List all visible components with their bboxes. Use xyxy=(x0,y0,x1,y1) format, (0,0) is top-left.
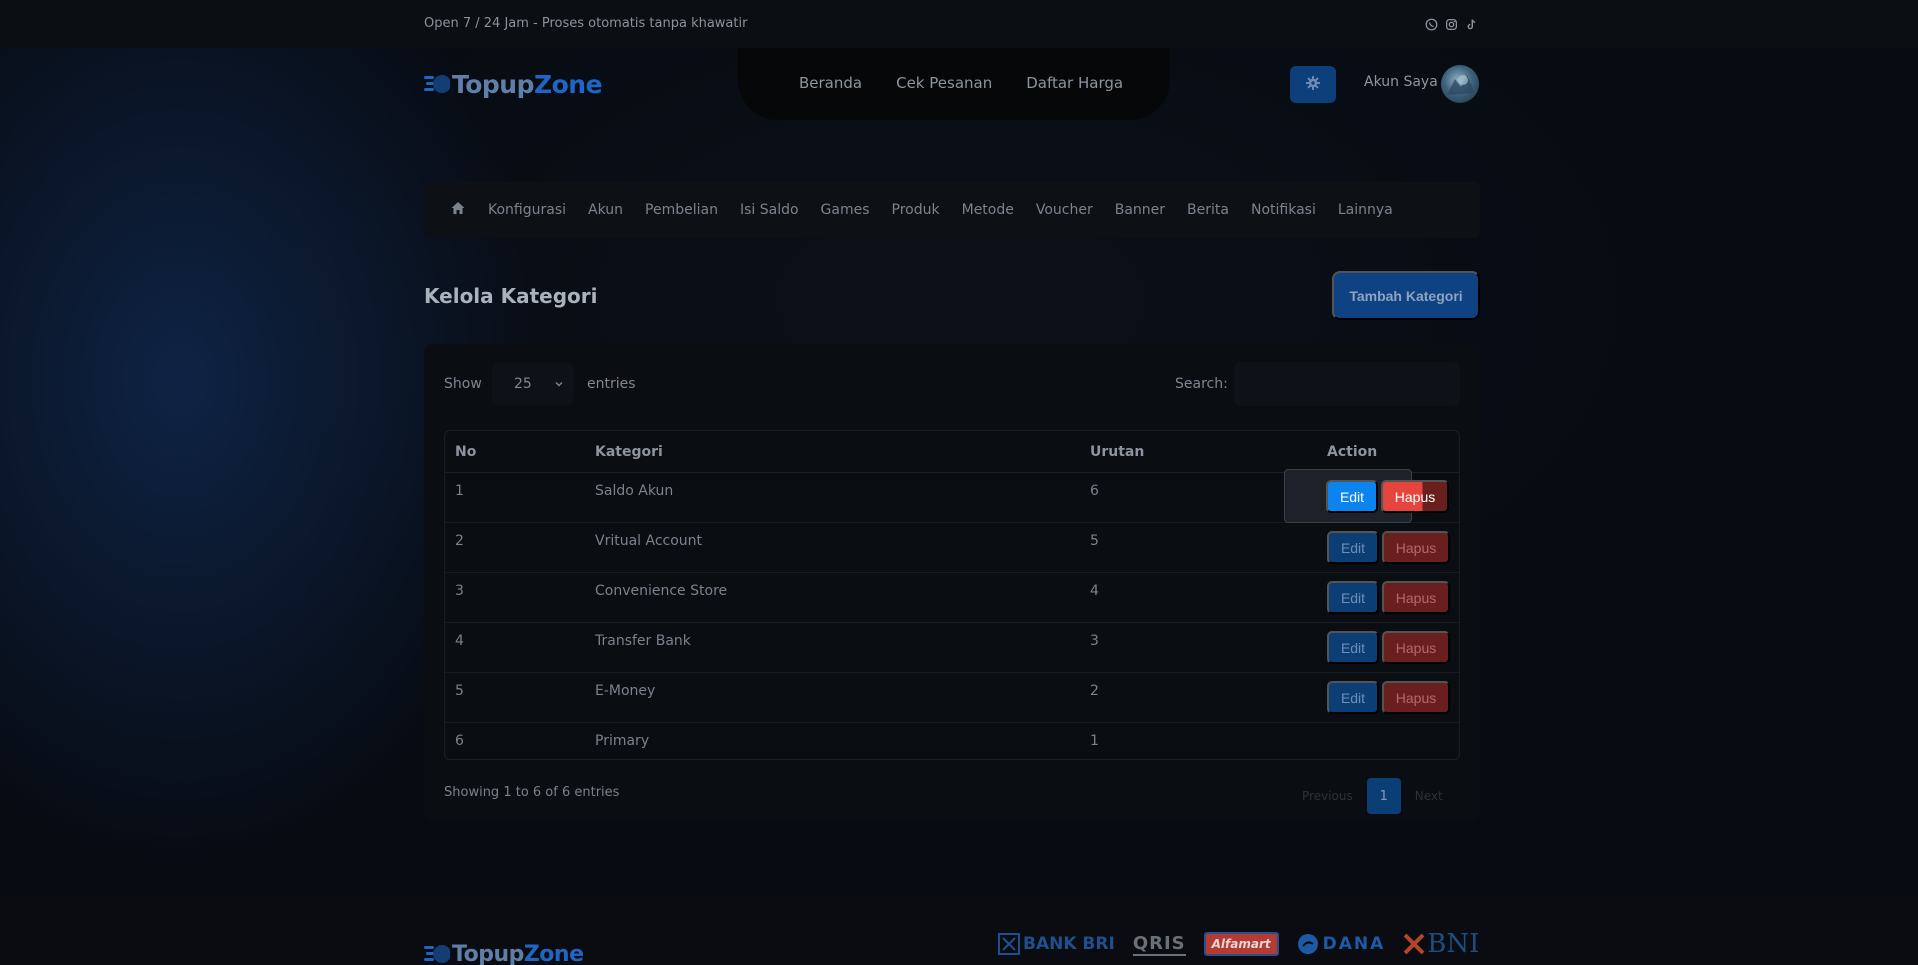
cell-kategori: Primary xyxy=(595,733,650,749)
cell-kategori: Saldo Akun xyxy=(595,483,674,499)
cell-no: 5 xyxy=(455,683,464,699)
header-action[interactable]: Action xyxy=(1327,444,1377,460)
page-length-select[interactable]: 25 xyxy=(492,363,574,405)
cell-no: 3 xyxy=(455,583,464,599)
table-info: Showing 1 to 6 of 6 entries xyxy=(444,785,620,800)
partner-dana-logo: DANA xyxy=(1297,933,1386,955)
pagination-previous[interactable]: Previous xyxy=(1296,781,1359,811)
menu-item-produk[interactable]: Produk xyxy=(892,202,940,218)
pagination: Previous 1 Next xyxy=(1296,778,1449,814)
chevron-down-icon xyxy=(554,377,564,393)
admin-menu: Konfigurasi Akun Pembelian Isi Saldo Gam… xyxy=(424,182,1480,238)
header-kategori[interactable]: Kategori xyxy=(595,444,663,460)
cell-urutan: 6 xyxy=(1090,483,1099,499)
cell-urutan: 4 xyxy=(1090,583,1099,599)
delete-button[interactable]: Hapus xyxy=(1382,681,1450,714)
cell-urutan: 5 xyxy=(1090,533,1099,549)
table-row: 6 Primary 1 xyxy=(445,723,1459,759)
cell-urutan: 3 xyxy=(1090,633,1099,649)
search-input[interactable] xyxy=(1234,362,1460,406)
menu-item-pembelian[interactable]: Pembelian xyxy=(645,202,718,218)
nav-link-daftar-harga[interactable]: Daftar Harga xyxy=(1026,74,1123,92)
brand-part-1: Topup xyxy=(452,941,524,965)
nav-link-cek-pesanan[interactable]: Cek Pesanan xyxy=(896,74,992,92)
menu-item-konfigurasi[interactable]: Konfigurasi xyxy=(488,202,566,218)
cell-urutan: 1 xyxy=(1090,733,1099,749)
partner-alfamart-logo: Alfamart xyxy=(1203,932,1279,956)
table-header: No Kategori Urutan Action xyxy=(445,431,1459,473)
gear-icon xyxy=(1305,75,1321,95)
payment-partners: BANK BRI QRIS Alfamart DANA BNI xyxy=(998,929,1479,959)
account-link[interactable]: Akun Saya xyxy=(1364,74,1438,90)
partner-bni-logo: BNI xyxy=(1403,929,1479,959)
table-row: 3 Convenience Store 4 Edit Hapus xyxy=(445,573,1459,623)
menu-item-voucher[interactable]: Voucher xyxy=(1036,202,1093,218)
add-category-button[interactable]: Tambah Kategori xyxy=(1332,271,1480,320)
nav-link-beranda[interactable]: Beranda xyxy=(799,74,862,92)
pagination-page-current[interactable]: 1 xyxy=(1366,778,1401,814)
cell-urutan: 2 xyxy=(1090,683,1099,699)
delete-button[interactable]: Hapus xyxy=(1382,531,1450,564)
show-label: Show xyxy=(444,376,482,392)
cell-kategori: E-Money xyxy=(595,683,656,699)
page-title: Kelola Kategori xyxy=(424,284,598,308)
brand-part-1: Topup xyxy=(452,69,535,99)
brand-logo[interactable]: TopupZone xyxy=(424,66,603,102)
avatar[interactable] xyxy=(1441,65,1479,103)
edit-button[interactable]: Edit xyxy=(1327,531,1379,564)
cell-kategori: Vritual Account xyxy=(595,533,703,549)
table-row: 4 Transfer Bank 3 Edit Hapus xyxy=(445,623,1459,673)
entries-label: entries xyxy=(587,376,636,392)
search-label: Search: xyxy=(1175,376,1228,392)
menu-item-games[interactable]: Games xyxy=(821,202,870,218)
logo-mark-icon xyxy=(424,66,451,102)
menu-item-notifikasi[interactable]: Notifikasi xyxy=(1251,202,1316,218)
partner-qris-logo: QRIS xyxy=(1132,932,1186,956)
pagination-next[interactable]: Next xyxy=(1409,781,1449,811)
menu-item-berita[interactable]: Berita xyxy=(1187,202,1229,218)
table-row: 5 E-Money 2 Edit Hapus xyxy=(445,673,1459,723)
delete-button[interactable]: Hapus xyxy=(1382,581,1450,614)
site-footer xyxy=(0,895,1918,965)
cell-no: 6 xyxy=(455,733,464,749)
menu-item-banner[interactable]: Banner xyxy=(1115,202,1165,218)
menu-item-akun[interactable]: Akun xyxy=(588,202,623,218)
edit-button[interactable]: Edit xyxy=(1327,581,1379,614)
page-length-value: 25 xyxy=(514,376,532,392)
menu-item-isi-saldo[interactable]: Isi Saldo xyxy=(740,202,799,218)
table-row: 2 Vritual Account 5 Edit Hapus xyxy=(445,523,1459,573)
tiktok-icon[interactable] xyxy=(1464,17,1478,31)
main-nav: Beranda Cek Pesanan Daftar Harga xyxy=(799,74,1123,92)
home-icon[interactable] xyxy=(450,200,466,220)
edit-button[interactable]: Edit xyxy=(1327,631,1379,664)
delete-button[interactable]: Hapus xyxy=(1382,631,1450,664)
edit-button-highlighted[interactable]: Edit xyxy=(1326,480,1378,513)
cell-kategori: Transfer Bank xyxy=(595,633,691,649)
tagline: Open 7 / 24 Jam - Proses otomatis tanpa … xyxy=(424,16,748,31)
instagram-icon[interactable] xyxy=(1444,17,1458,31)
settings-button[interactable] xyxy=(1290,66,1336,103)
footer-logo[interactable]: TopupZone xyxy=(424,936,584,965)
header-urutan[interactable]: Urutan xyxy=(1090,444,1144,460)
cell-no: 2 xyxy=(455,533,464,549)
whatsapp-icon[interactable] xyxy=(1424,17,1438,31)
top-bar: Open 7 / 24 Jam - Proses otomatis tanpa … xyxy=(0,0,1918,48)
menu-item-metode[interactable]: Metode xyxy=(962,202,1014,218)
social-links xyxy=(1424,17,1478,31)
logo-mark-icon xyxy=(424,936,451,965)
cell-kategori: Convenience Store xyxy=(595,583,728,599)
delete-button-highlighted[interactable]: Hapus xyxy=(1381,480,1449,513)
brand-part-2: Zone xyxy=(523,941,584,965)
cell-no: 4 xyxy=(455,633,464,649)
header-no[interactable]: No xyxy=(455,444,476,460)
menu-item-lainnya[interactable]: Lainnya xyxy=(1338,202,1393,218)
brand-part-2: Zone xyxy=(534,69,603,99)
edit-button[interactable]: Edit xyxy=(1327,681,1379,714)
cell-no: 1 xyxy=(455,483,464,499)
partner-bri-logo: BANK BRI xyxy=(998,933,1115,955)
